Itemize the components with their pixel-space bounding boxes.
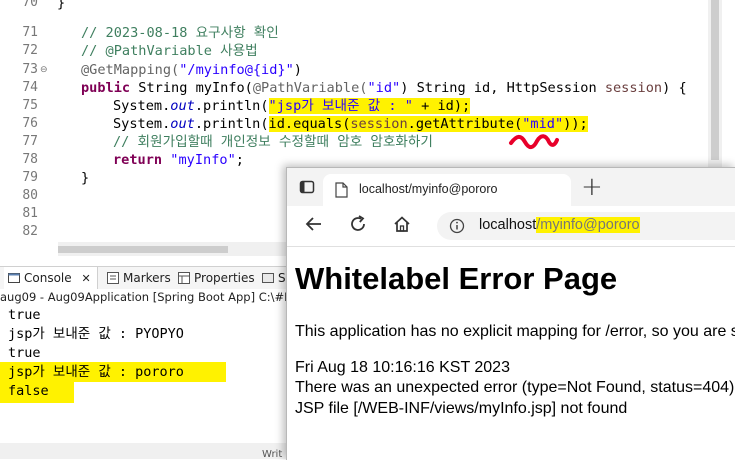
line-number-gutter: 70 71 72 73 ⊖ 74 75 76 77 78 79 80 81 82 (0, 0, 58, 258)
highlighted-code-token: )); (563, 116, 588, 132)
code-line-return: return "myInfo"; (113, 151, 244, 169)
highlighted-string-token: "jsp가 보내준 값 : " (268, 98, 413, 114)
browser-tab-strip: localhost/myinfo@pororo + (287, 168, 735, 206)
console-output-line: true (8, 345, 41, 361)
code-line-method-signature: public String myInfo(@PathVariable("id")… (81, 79, 687, 97)
editor-horizontal-scroll-thumb[interactable] (58, 246, 228, 253)
line-number: 75 (22, 98, 38, 113)
page-heading: Whitelabel Error Page (295, 261, 618, 296)
keyword-token: return (113, 152, 163, 168)
close-icon[interactable]: ✕ (81, 272, 90, 285)
annotation-token: @GetMapping( (81, 62, 180, 78)
console-output-line: true (8, 307, 41, 323)
code-line: } (81, 170, 90, 186)
line-number: 77 (22, 134, 38, 149)
console-icon (8, 269, 20, 283)
tab-label: Properties (194, 271, 255, 285)
tab-label: Console (24, 271, 72, 285)
code-token: System. (113, 116, 171, 132)
new-tab-button[interactable]: + (581, 170, 603, 204)
console-launch-label: aug09 - Aug09Application [Spring Boot Ap… (0, 289, 286, 306)
highlighted-code-token: .getAttribute( (407, 116, 523, 132)
variable-token: session (350, 116, 408, 132)
annotation-token: @PathVariable( (252, 80, 368, 96)
page-document-icon (335, 182, 348, 202)
field-token: out (170, 116, 195, 132)
address-url: localhost/myinfo@pororo (479, 217, 640, 233)
field-token: out (170, 98, 195, 114)
error-detail: JSP file [/WEB-INF/views/myInfo.jsp] not… (295, 400, 628, 417)
tab-markers[interactable]: Markers (107, 267, 171, 289)
code-line: } (57, 0, 66, 11)
tab-console[interactable]: Console ✕ (4, 267, 98, 289)
line-number: 79 (22, 170, 38, 185)
browser-tab[interactable]: localhost/myinfo@pororo (323, 174, 571, 206)
line-number: 71 (22, 25, 38, 40)
console-output-line: false (8, 383, 49, 399)
code-line-println-equals: System.out.println(id.equals(session.get… (113, 115, 588, 133)
servers-icon (262, 269, 274, 283)
code-token: .println( (194, 116, 269, 132)
code-line-getmapping: @GetMapping("/myinfo@{id}") (81, 61, 302, 79)
console-output-line: jsp가 보내준 값 : PYOPYO (8, 326, 184, 342)
tab-label: Markers (123, 271, 171, 285)
line-number: 72 (22, 43, 38, 58)
string-token: "myInfo" (170, 152, 236, 168)
line-number: 74 (22, 80, 38, 95)
browser-window: localhost/myinfo@pororo + localhost/myin… (286, 167, 735, 460)
line-number: 70 (22, 0, 38, 10)
variable-token: session (604, 80, 663, 96)
url-path: /myinfo@pororo (536, 217, 640, 233)
console-output-line: jsp가 보내준 값 : pororo (8, 364, 184, 380)
error-message: This application has no explicit mapping… (295, 323, 735, 340)
address-bar[interactable]: localhost/myinfo@pororo (437, 212, 735, 240)
status-fragment: Writ (262, 449, 283, 460)
info-icon[interactable] (449, 218, 465, 238)
line-number: 73 (22, 62, 38, 77)
refresh-icon[interactable] (346, 214, 370, 238)
highlighted-code-token: + id); (412, 98, 471, 114)
code-line-comment: // 2023-08-18 요구사항 확인 (81, 25, 279, 41)
code-line-comment: // 회원가입할때 개인정보 수정할때 암호 암호화하기 (113, 134, 433, 150)
console-tab-bar: Console ✕ Markers Properties S (0, 266, 286, 290)
code-line-println-value: System.out.println("jsp가 보내준 값 : " + id)… (113, 97, 471, 115)
markers-icon (107, 269, 119, 284)
browser-nav-bar: localhost/myinfo@pororo (287, 206, 735, 247)
keyword-token: public (81, 80, 131, 96)
console-horizontal-scrollbar[interactable] (0, 443, 286, 459)
string-token: "id" (367, 80, 401, 96)
web-page-content: Whitelabel Error Page This application h… (287, 247, 735, 460)
tab-properties[interactable]: Properties (178, 267, 255, 289)
code-token: System. (113, 98, 171, 114)
code-line-comment: // @PathVariable 사용법 (81, 43, 258, 59)
url-host: localhost (479, 217, 537, 233)
tab-actions-icon[interactable] (299, 179, 315, 199)
line-number: 78 (22, 152, 38, 167)
back-arrow-icon[interactable] (302, 214, 326, 238)
browser-tab-title: localhost/myinfo@pororo (359, 182, 498, 196)
home-icon[interactable] (390, 214, 414, 238)
fold-toggle-icon[interactable]: ⊖ (40, 61, 48, 79)
editor-vertical-scroll-thumb[interactable] (711, 0, 719, 160)
string-token: "mid" (522, 116, 564, 132)
code-token: ; (235, 152, 244, 168)
line-number: 76 (22, 116, 38, 131)
error-description: There was an unexpected error (type=Not … (295, 379, 735, 396)
highlighted-code-token: id.equals( (268, 116, 351, 132)
code-token: .println( (194, 98, 269, 114)
code-token: String myInfo( (130, 80, 253, 96)
line-number: 81 (22, 206, 38, 221)
string-token: "/myinfo@{id}" (179, 62, 294, 78)
code-token: ) (293, 62, 302, 78)
tab-label: S (278, 271, 286, 285)
properties-icon (178, 269, 190, 284)
red-squiggle-annotation (509, 134, 559, 150)
code-token: ) { (662, 80, 687, 96)
error-timestamp: Fri Aug 18 10:16:16 KST 2023 (295, 359, 510, 376)
tab-servers[interactable]: S (262, 267, 286, 289)
line-number: 82 (22, 224, 38, 239)
line-number: 80 (22, 188, 38, 203)
code-token: ) String id, HttpSession (400, 80, 605, 96)
